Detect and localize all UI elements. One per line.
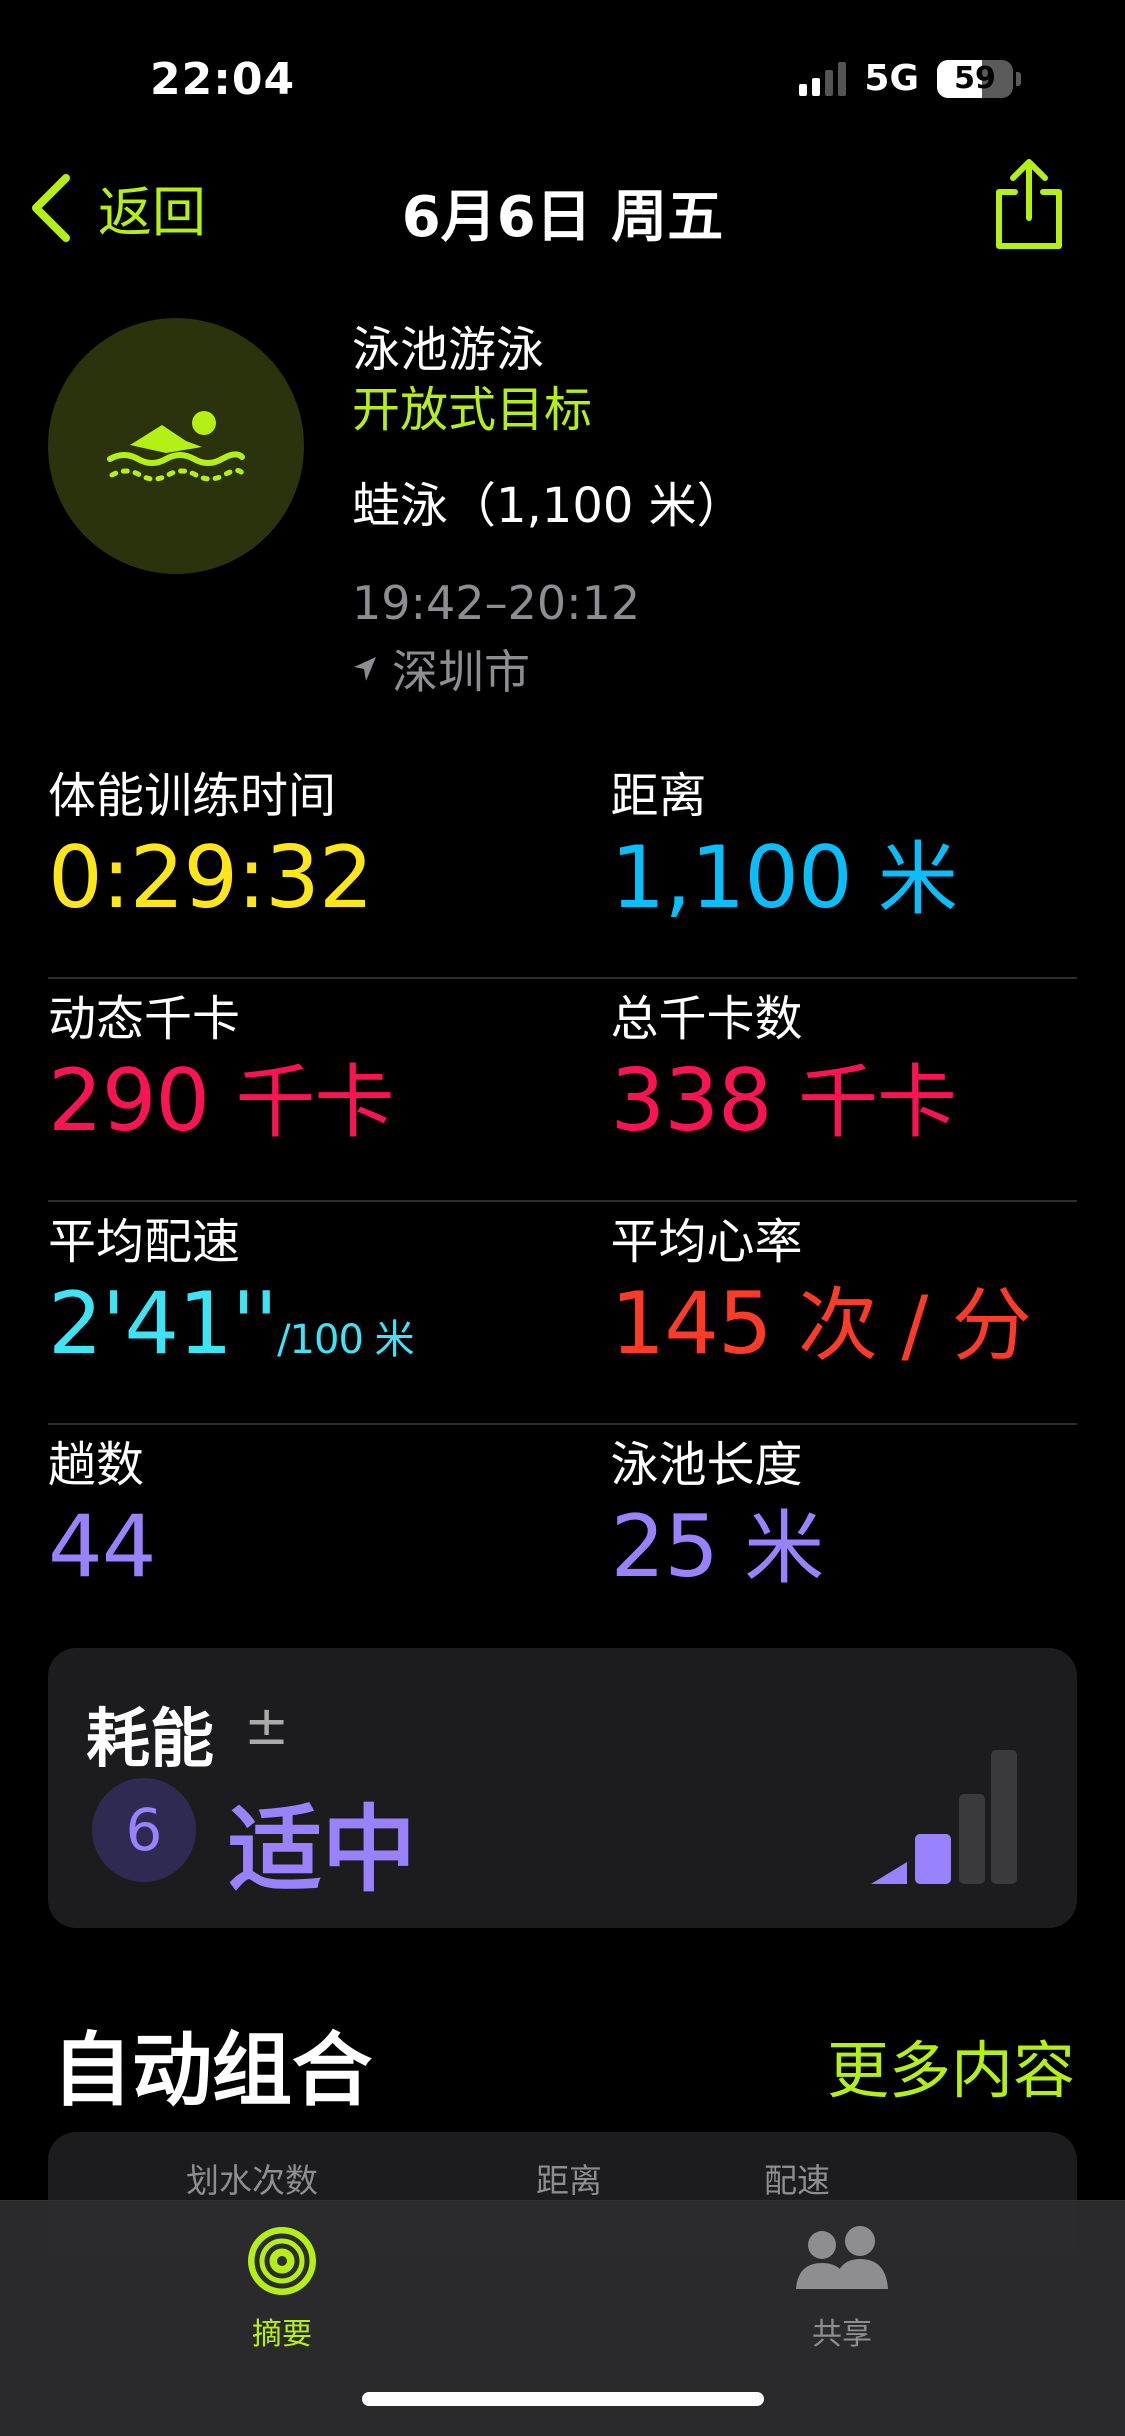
auto-sets-title: 自动组合 bbox=[52, 2024, 372, 2117]
location-label: 深圳市 bbox=[392, 645, 530, 699]
workout-goal: 开放式目标 bbox=[352, 382, 593, 438]
effort-level: 适中 bbox=[228, 1796, 417, 1905]
metric-value: 2'41''/100 米 bbox=[48, 1274, 415, 1374]
share-icon bbox=[996, 159, 1062, 249]
metric-value: 338 千卡 bbox=[610, 1051, 958, 1151]
metric-value: 44 bbox=[48, 1497, 156, 1597]
workout-type: 泳池游泳 bbox=[352, 322, 545, 378]
metric-value: 25 米 bbox=[610, 1497, 825, 1597]
metric-value: 145 次 / 分 bbox=[610, 1274, 1032, 1374]
metric-label: 总千卡数 bbox=[610, 991, 803, 1047]
metrics-row: 平均配速 2'41''/100 米 平均心率 145 次 / 分 bbox=[48, 1202, 1077, 1425]
metric-label: 平均心率 bbox=[610, 1214, 803, 1270]
workout-time-range: 19:42–20:12 bbox=[352, 576, 641, 630]
more-content-link[interactable]: 更多内容 bbox=[827, 2020, 1075, 2110]
metric-value: 290 千卡 bbox=[48, 1051, 395, 1151]
adjust-effort-icon: ± bbox=[244, 1694, 290, 1757]
metric-label: 动态千卡 bbox=[48, 991, 241, 1047]
metrics-grid: 体能训练时间 0:29:32 距离 1,100 米 动态千卡 290 千卡 总千… bbox=[48, 756, 1077, 1648]
tab-sharing[interactable]: 共享 bbox=[742, 2225, 942, 2353]
metric-laps: 趟数 44 bbox=[48, 1433, 563, 1648]
pool-swim-icon bbox=[48, 318, 304, 574]
people-icon bbox=[796, 2226, 888, 2289]
metric-label: 体能训练时间 bbox=[48, 768, 337, 824]
status-indicators: 5G 59 bbox=[799, 58, 1021, 99]
network-type: 5G bbox=[864, 58, 919, 99]
workout-summary: 泳池游泳 开放式目标 蛙泳（1,100 米） 19:42–20:12 深圳市 bbox=[352, 318, 745, 702]
effort-title: 耗能 bbox=[86, 1703, 214, 1777]
effort-card[interactable]: 耗能 ± 6 适中 bbox=[48, 1648, 1077, 1928]
tab-label: 共享 bbox=[812, 2317, 872, 2352]
home-indicator[interactable] bbox=[362, 2392, 764, 2406]
effort-score-badge: 6 bbox=[92, 1778, 196, 1882]
metric-total-kcal: 总千卡数 338 千卡 bbox=[563, 987, 1078, 1200]
location-arrow-icon bbox=[354, 657, 376, 681]
metrics-row: 体能训练时间 0:29:32 距离 1,100 米 bbox=[48, 756, 1077, 979]
battery-icon: 59 bbox=[937, 59, 1013, 98]
metrics-row: 动态千卡 290 千卡 总千卡数 338 千卡 bbox=[48, 979, 1077, 1202]
metric-value: 0:29:32 bbox=[48, 828, 374, 928]
column-header-distance: 距离 bbox=[536, 2161, 602, 2200]
metric-label: 距离 bbox=[610, 768, 707, 824]
column-header-strokes: 划水次数 bbox=[186, 2161, 318, 2200]
metric-value: 1,100 米 bbox=[610, 828, 959, 928]
metric-active-kcal: 动态千卡 290 千卡 bbox=[48, 987, 563, 1200]
metric-label: 泳池长度 bbox=[610, 1437, 803, 1493]
column-header-pace: 配速 bbox=[764, 2161, 830, 2200]
effort-bars-icon bbox=[871, 1750, 1017, 1884]
battery-level: 59 bbox=[954, 61, 996, 96]
page-title: 6月6日 周五 bbox=[401, 185, 724, 250]
metric-label: 趟数 bbox=[48, 1437, 145, 1493]
activity-rings-icon bbox=[248, 2227, 316, 2295]
stroke-summary: 蛙泳（1,100 米） bbox=[352, 478, 745, 534]
share-button[interactable] bbox=[989, 156, 1069, 252]
metric-avg-heart-rate: 平均心率 145 次 / 分 bbox=[563, 1210, 1078, 1423]
tab-summary[interactable]: 摘要 bbox=[182, 2225, 382, 2353]
cellular-signal-icon bbox=[799, 61, 847, 96]
tab-label: 摘要 bbox=[252, 2317, 312, 2352]
metric-workout-time: 体能训练时间 0:29:32 bbox=[48, 764, 563, 977]
status-time: 22:04 bbox=[150, 54, 296, 105]
workout-detail-screen: 22:04 5G 59 返回 6月6日 周五 泳池游泳 开放式目标 蛙泳（1,1… bbox=[0, 0, 1125, 2436]
metric-distance: 距离 1,100 米 bbox=[563, 764, 1078, 977]
workout-location: 深圳市 bbox=[352, 636, 745, 702]
metrics-row: 趟数 44 泳池长度 25 米 bbox=[48, 1425, 1077, 1648]
metric-pool-length: 泳池长度 25 米 bbox=[563, 1433, 1078, 1648]
metric-avg-pace: 平均配速 2'41''/100 米 bbox=[48, 1210, 563, 1423]
metric-label: 平均配速 bbox=[48, 1214, 241, 1270]
